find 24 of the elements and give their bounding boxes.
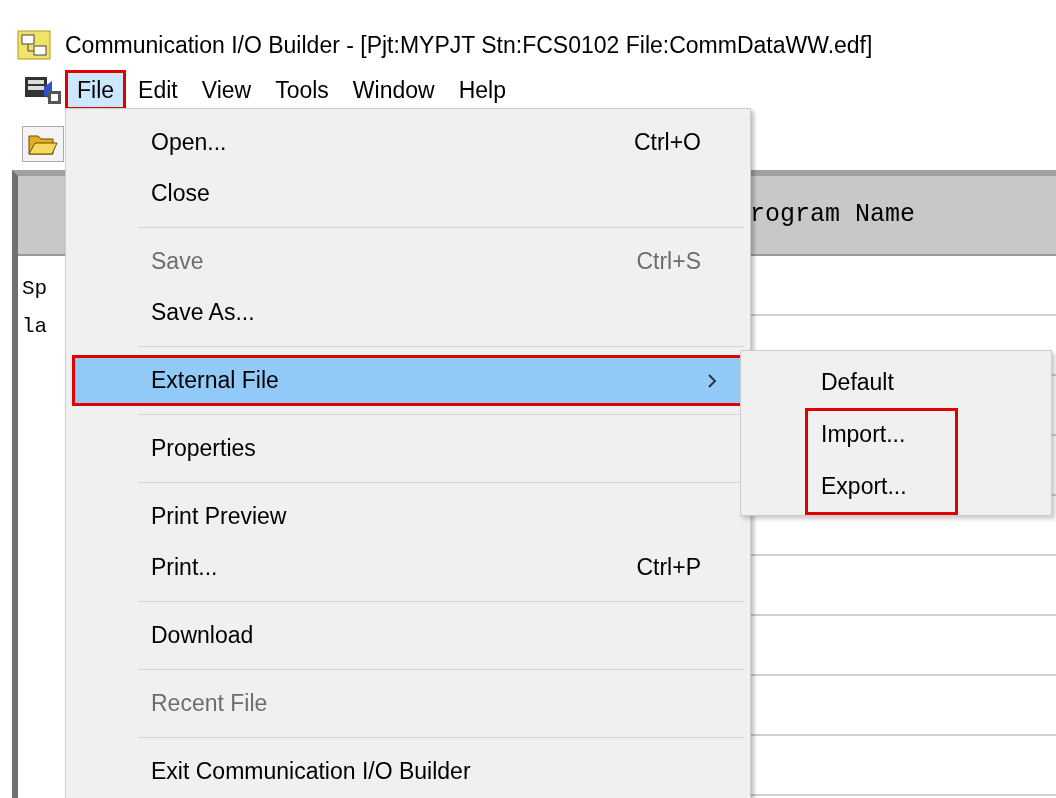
menu-item[interactable]: Download <box>72 610 744 661</box>
menu-item[interactable]: Print... Ctrl+P <box>72 542 744 593</box>
menu-item[interactable]: Window <box>340 70 447 110</box>
window-title: Communication I/O Builder - [Pjt:MYPJT Stn:FCS0102 File:CommDataWW.edf] <box>65 30 873 60</box>
menu-item[interactable]: File <box>65 70 127 110</box>
menu-item[interactable]: Open... Ctrl+O <box>72 117 744 168</box>
menu-item[interactable]: Print Preview <box>72 491 744 542</box>
menu-item[interactable]: Exit Communication I/O Builder <box>72 746 744 797</box>
menu-item[interactable]: Tools <box>263 70 341 110</box>
open-folder-button[interactable] <box>22 126 64 162</box>
app-icon <box>17 30 51 60</box>
submenu-item[interactable]: Default <box>741 356 1051 408</box>
app-menu-icon[interactable] <box>24 75 62 105</box>
submenu-item[interactable]: Import... <box>808 408 955 460</box>
menu-item[interactable]: Help <box>446 70 518 110</box>
menu-item[interactable]: Save As... <box>72 287 744 338</box>
menu-item[interactable]: View <box>189 70 264 110</box>
cell-text: la <box>22 315 48 338</box>
menu-item[interactable]: Properties <box>72 423 744 474</box>
cell-text: Sp <box>22 277 48 300</box>
menu-item[interactable]: Close <box>72 168 744 219</box>
column-header: rogram Name <box>750 199 916 232</box>
submenu-item[interactable]: Export... <box>808 460 955 512</box>
menu-item[interactable]: Edit <box>126 70 190 110</box>
